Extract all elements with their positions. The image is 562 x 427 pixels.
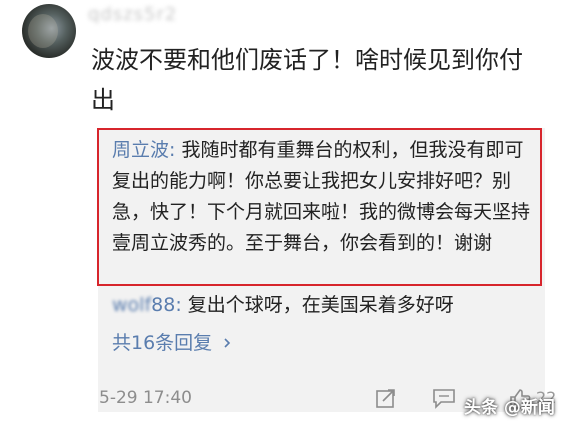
reply2-text: 复出个球呀，在美国呆着多好呀: [187, 294, 454, 316]
comment-avatar[interactable]: [22, 4, 76, 58]
reply2-separator: :: [175, 294, 188, 316]
highlight-box: [97, 128, 542, 286]
chevron-right-icon: [224, 338, 231, 348]
more-replies-link[interactable]: 共16条回复: [112, 328, 232, 358]
reply-second[interactable]: wolf88: 复出个球呀，在美国呆着多好呀: [112, 290, 532, 320]
share-icon[interactable]: [375, 387, 397, 409]
watermark: 头条 @新闻: [464, 398, 555, 418]
more-replies-label: 共16条回复: [112, 332, 213, 354]
comment-text: 波波不要和他们废话了！啥时候见到你付出: [91, 46, 523, 114]
comment-username[interactable]: qdszs5r2: [88, 4, 268, 26]
comment-icon[interactable]: [432, 387, 456, 409]
comment-timestamp: 5-29 17:40: [99, 388, 192, 408]
reply2-author-suffix[interactable]: 88: [151, 294, 175, 316]
reply2-author-blurred[interactable]: wolf: [112, 294, 151, 316]
